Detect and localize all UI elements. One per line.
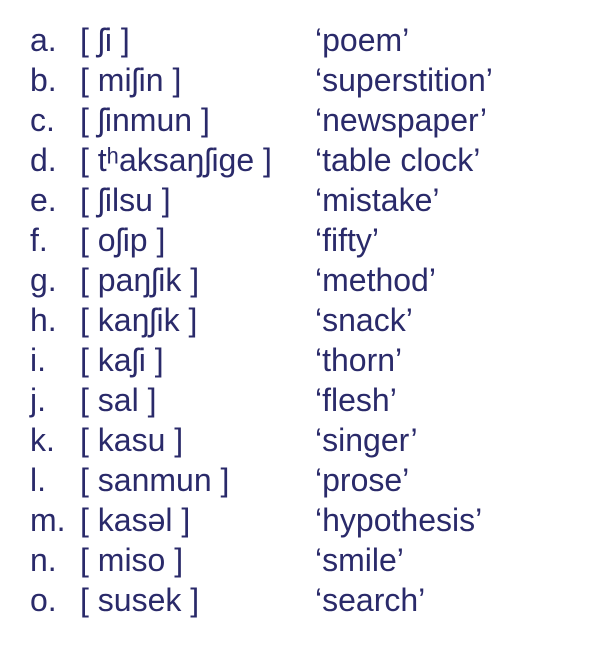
item-label: f. [30,220,80,260]
list-item: f. [ oʃip ] ‘fifty’ [30,220,560,260]
list-item: m. [ kasəl ] ‘hypothesis’ [30,500,560,540]
item-gloss: ‘search’ [315,580,560,620]
item-gloss: ‘poem’ [315,20,560,60]
item-gloss: ‘thorn’ [315,340,560,380]
item-label: o. [30,580,80,620]
list-item: c. [ ʃinmun ] ‘newspaper’ [30,100,560,140]
item-ipa: [ ʃilsu ] [80,180,315,220]
item-label: a. [30,20,80,60]
item-label: m. [30,500,80,540]
item-ipa: [ kaʃi ] [80,340,315,380]
item-label: i. [30,340,80,380]
list-item: l. [ sanmun ] ‘prose’ [30,460,560,500]
item-gloss: ‘table clock’ [315,140,560,180]
list-item: b. [ miʃin ] ‘superstition’ [30,60,560,100]
list-item: h. [ kaŋʃik ] ‘snack’ [30,300,560,340]
item-gloss: ‘fifty’ [315,220,560,260]
list-item: j. [ sal ] ‘flesh’ [30,380,560,420]
item-gloss: ‘prose’ [315,460,560,500]
list-item: i. [ kaʃi ] ‘thorn’ [30,340,560,380]
item-ipa: [ susek ] [80,580,315,620]
list-item: k. [ kasu ] ‘singer’ [30,420,560,460]
item-gloss: ‘mistake’ [315,180,560,220]
item-ipa: [ miʃin ] [80,60,315,100]
item-label: b. [30,60,80,100]
item-gloss: ‘smile’ [315,540,560,580]
item-label: l. [30,460,80,500]
list-item: n. [ miso ] ‘smile’ [30,540,560,580]
item-ipa: [ paŋʃik ] [80,260,315,300]
item-label: c. [30,100,80,140]
item-label: j. [30,380,80,420]
item-label: e. [30,180,80,220]
item-gloss: ‘flesh’ [315,380,560,420]
list-item: d. [ tʰaksaŋʃige ] ‘table clock’ [30,140,560,180]
item-ipa: [ oʃip ] [80,220,315,260]
item-ipa: [ ʃinmun ] [80,100,315,140]
list-item: a. [ ʃi ] ‘poem’ [30,20,560,60]
phonetic-word-list: a. [ ʃi ] ‘poem’ b. [ miʃin ] ‘superstit… [30,20,560,620]
item-ipa: [ miso ] [80,540,315,580]
item-ipa: [ kasəl ] [80,500,315,540]
item-label: g. [30,260,80,300]
item-gloss: ‘snack’ [315,300,560,340]
item-ipa: [ kasu ] [80,420,315,460]
list-item: e. [ ʃilsu ] ‘mistake’ [30,180,560,220]
item-gloss: ‘hypothesis’ [315,500,560,540]
list-item: g. [ paŋʃik ] ‘method’ [30,260,560,300]
item-gloss: ‘newspaper’ [315,100,560,140]
item-ipa: [ sal ] [80,380,315,420]
item-gloss: ‘superstition’ [315,60,560,100]
item-gloss: ‘singer’ [315,420,560,460]
list-item: o. [ susek ] ‘search’ [30,580,560,620]
item-ipa: [ tʰaksaŋʃige ] [80,140,315,180]
item-label: h. [30,300,80,340]
item-label: n. [30,540,80,580]
item-gloss: ‘method’ [315,260,560,300]
item-label: k. [30,420,80,460]
item-label: d. [30,140,80,180]
item-ipa: [ ʃi ] [80,20,315,60]
item-ipa: [ kaŋʃik ] [80,300,315,340]
item-ipa: [ sanmun ] [80,460,315,500]
